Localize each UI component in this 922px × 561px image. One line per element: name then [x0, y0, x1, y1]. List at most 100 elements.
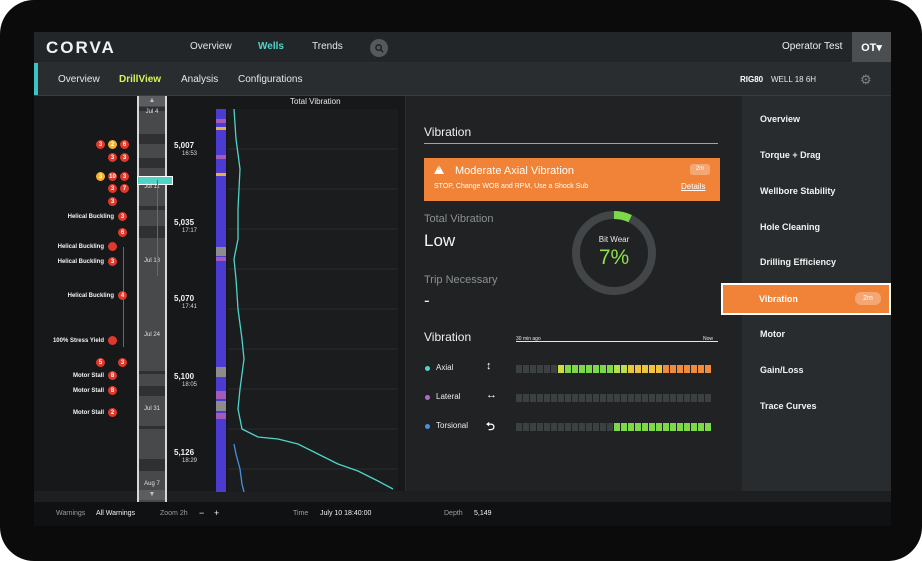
corva-logo[interactable]: CORVA [46, 38, 116, 58]
event-marker[interactable]: 2 [108, 408, 117, 417]
event-marker[interactable]: 6 [118, 228, 127, 237]
level-bar [656, 365, 662, 373]
depth-value: 5,007 [174, 141, 195, 150]
trip-necessary-label: Trip Necessary [424, 274, 498, 286]
sidebar-item-hole-cleaning[interactable]: Hole Cleaning [760, 222, 820, 232]
axial-dot [425, 366, 430, 371]
event-marker[interactable]: 7 [120, 184, 129, 193]
timeline-date: Jul 31 [143, 406, 160, 412]
event-marker[interactable]: 3 [108, 257, 117, 266]
nav-trends[interactable]: Trends [312, 41, 343, 52]
nav-overview[interactable]: Overview [190, 41, 232, 52]
level-bar [614, 365, 620, 373]
warnings-select[interactable]: All Warnings [96, 510, 135, 517]
event-label: Helical Buckling [57, 244, 104, 250]
subnav-drillview[interactable]: DrillView [119, 74, 161, 85]
event-marker[interactable] [108, 242, 117, 251]
event-label: Motor Stall [73, 388, 104, 394]
event-marker[interactable]: 3 [120, 153, 129, 162]
device-frame: CORVA Overview Wells Trends Operator Tes… [0, 0, 922, 561]
torsional-label: Torsional [436, 421, 469, 430]
depth-value: 5,070 [174, 294, 195, 303]
level-bar [670, 423, 676, 431]
vibration-alert[interactable]: ! Moderate Axial Vibration STOP, Change … [424, 158, 720, 201]
event-marker[interactable]: 3 [108, 184, 117, 193]
user-menu-button[interactable]: OT▾ [852, 32, 891, 62]
event-marker[interactable]: 3 [108, 197, 117, 206]
zoom-out-button[interactable]: − [199, 508, 204, 518]
level-bar [579, 394, 585, 402]
track-segment [216, 391, 226, 399]
timeline-band [139, 459, 165, 471]
sub-nav-accent [34, 63, 38, 95]
zoom-in-button[interactable]: + [214, 508, 219, 518]
level-bar [523, 423, 529, 431]
event-marker[interactable]: 6 [120, 140, 129, 149]
time-label: Time [293, 510, 309, 517]
time-value: July 10 18:40:00 [320, 510, 372, 517]
timeline-scroller[interactable]: ▲ Jul 4 Jul 11 Jul 18 Jul 24 Jul 31 Aug … [137, 96, 173, 502]
track-segment [216, 155, 226, 159]
event-marker[interactable]: 3 [120, 172, 129, 181]
timeline-up-icon[interactable]: ▲ [139, 96, 165, 106]
event-marker[interactable]: 8 [108, 386, 117, 395]
event-label: Motor Stall [73, 373, 104, 379]
level-bar [663, 423, 669, 431]
event-marker[interactable]: 3 [118, 212, 127, 221]
nav-wells[interactable]: Wells [258, 41, 284, 52]
sidebar-item-wellbore-stability[interactable]: Wellbore Stability [760, 186, 835, 196]
depth-value: 5,126 [174, 448, 195, 457]
level-bar [628, 365, 634, 373]
event-label: Helical Buckling [67, 293, 114, 299]
level-bar [642, 394, 648, 402]
event-marker[interactable]: 3 [108, 153, 117, 162]
level-bar [621, 423, 627, 431]
event-marker[interactable]: 3 [118, 358, 127, 367]
user-name[interactable]: Operator Test [782, 41, 842, 52]
sidebar-item-overview[interactable]: Overview [760, 114, 800, 124]
alert-details-link[interactable]: Details [681, 182, 705, 191]
event-marker[interactable]: 3 [96, 172, 105, 181]
sidebar-item-motor[interactable]: Motor [760, 329, 785, 339]
gear-icon[interactable]: ⚙ [860, 72, 872, 88]
event-marker[interactable]: 10 [108, 172, 117, 181]
level-bar [684, 423, 690, 431]
level-bar [551, 423, 557, 431]
subnav-configurations[interactable]: Configurations [238, 74, 302, 85]
level-bar [593, 394, 599, 402]
search-button[interactable] [370, 39, 388, 57]
top-bar: CORVA Overview Wells Trends Operator Tes… [34, 32, 891, 63]
event-marker[interactable]: 4 [118, 291, 127, 300]
rig-name: RIG80 [740, 75, 764, 84]
sidebar-item-vibration[interactable]: Vibration 2m [721, 283, 891, 315]
track-segment [216, 173, 226, 176]
sidebar-item-gain-loss[interactable]: Gain/Loss [760, 365, 804, 375]
axial-curve [233, 108, 394, 490]
event-label: 100% Stress Yield [52, 338, 104, 344]
event-marker[interactable]: 8 [108, 371, 117, 380]
level-bar [551, 365, 557, 373]
subnav-overview[interactable]: Overview [58, 74, 100, 85]
level-bar [530, 365, 536, 373]
sidebar-item-torque-drag[interactable]: Torque + Drag [760, 150, 821, 160]
well-name[interactable]: WELL 18 6H [771, 75, 816, 84]
event-marker[interactable]: 5 [96, 358, 105, 367]
timeline-date: Jul 4 [145, 109, 159, 115]
rotate-arrow-icon: ⮌ [486, 421, 495, 433]
event-marker[interactable]: 3 [96, 140, 105, 149]
track-segment [216, 257, 226, 261]
total-vibration-plot [228, 108, 398, 493]
level-bar [649, 365, 655, 373]
bit-wear-label: Bit Wear [598, 235, 630, 244]
timeline-down-icon[interactable]: ▼ [139, 490, 165, 500]
level-bar [642, 365, 648, 373]
lateral-dot [425, 395, 430, 400]
level-bar [579, 423, 585, 431]
subnav-analysis[interactable]: Analysis [181, 74, 218, 85]
sidebar-item-drilling-efficiency[interactable]: Drilling Efficiency [760, 257, 836, 267]
trip-necessary-value: - [424, 291, 430, 310]
event-marker[interactable]: 2 [108, 140, 117, 149]
formation-track [216, 109, 226, 492]
sidebar-item-trace-curves[interactable]: Trace Curves [760, 401, 817, 411]
event-marker[interactable] [108, 336, 117, 345]
